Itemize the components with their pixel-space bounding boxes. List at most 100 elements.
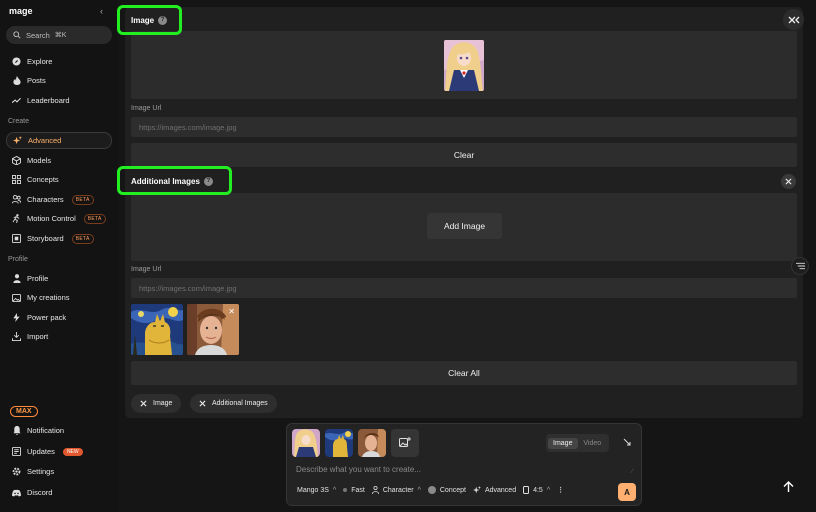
sidebar-item-storyboard[interactable]: Storyboard BETA	[6, 230, 112, 247]
trend-icon	[12, 96, 21, 105]
character-selector[interactable]: Character ^	[371, 486, 421, 494]
image-url-input[interactable]: https://images.com/image.jpg	[131, 117, 797, 137]
sidebar-item-label: Advanced	[28, 136, 62, 145]
sidebar-item-label: Settings	[27, 467, 55, 476]
gear-icon	[12, 467, 21, 476]
sidebar-item-label: Storyboard	[27, 234, 64, 243]
sidebar-item-leaderboard[interactable]: Leaderboard	[6, 92, 112, 109]
additional-url-input[interactable]: https://images.com/image.jpg	[131, 278, 797, 298]
concept-circle-icon	[427, 486, 436, 494]
mode-toggle: Image Video	[546, 434, 609, 452]
add-image-button[interactable]: Add Image	[427, 213, 502, 239]
additional-dropzone[interactable]: Add Image	[131, 193, 797, 261]
sidebar-item-discord[interactable]: Discord	[6, 484, 112, 501]
sidebar-item-advanced[interactable]: Advanced	[6, 132, 112, 149]
mode-video-tab[interactable]: Video	[578, 440, 608, 447]
search-label: Search	[26, 30, 50, 40]
sidebar: mage ‹ Search ⌘K Explore Posts Leaderboa…	[0, 0, 118, 512]
close-icon[interactable]	[199, 400, 206, 407]
collapse-sidebar-icon[interactable]: ‹	[100, 6, 103, 16]
prompt-thumb-man[interactable]	[358, 429, 386, 457]
additional-url-placeholder: https://images.com/image.jpg	[139, 283, 237, 293]
clear-all-button[interactable]: Clear All	[131, 361, 797, 385]
beta-badge: BETA	[71, 194, 94, 205]
sidebar-item-my-creations[interactable]: My creations	[6, 289, 112, 306]
concept-selector[interactable]: Concept	[427, 486, 466, 494]
sidebar-item-motion-control[interactable]: Motion Control BETA	[6, 210, 112, 227]
sidebar-item-label: Concepts	[27, 175, 59, 184]
aspect-selector[interactable]: 4:5 ^	[523, 486, 550, 494]
sidebar-item-settings[interactable]: Settings	[6, 463, 112, 480]
filter-settings-icon[interactable]	[791, 257, 809, 275]
close-additional-icon[interactable]	[781, 174, 796, 189]
additional-url-label: Image Url	[131, 266, 162, 273]
sidebar-item-label: Motion Control	[27, 214, 76, 223]
sidebar-item-label: Updates	[27, 447, 55, 456]
image-url-placeholder: https://images.com/image.jpg	[139, 122, 237, 132]
sidebar-item-import[interactable]: Import	[6, 328, 112, 345]
sidebar-item-explore[interactable]: Explore	[6, 53, 112, 70]
close-icon[interactable]	[140, 400, 147, 407]
resize-handle-icon[interactable]: ⟋	[630, 469, 634, 476]
profile-heading: Profile	[8, 256, 28, 263]
additional-images-chip[interactable]: Additional Images	[190, 394, 277, 413]
mode-image-tab[interactable]: Image	[548, 437, 578, 449]
speed-selector[interactable]: Fast	[343, 487, 365, 494]
compass-icon	[12, 57, 21, 66]
sidebar-item-updates[interactable]: Updates NEW	[6, 443, 112, 460]
clear-button[interactable]: Clear	[131, 143, 797, 167]
sidebar-item-label: Explore	[27, 57, 53, 66]
sidebar-item-notification[interactable]: Notification	[6, 422, 112, 439]
sidebar-item-label: Power pack	[27, 313, 67, 322]
chevron-up-icon: ^	[546, 486, 551, 494]
sidebar-item-label: Posts	[27, 76, 46, 85]
prompt-box: Image Video Describe what you want to cr…	[286, 423, 642, 506]
max-badge: MAX	[10, 406, 38, 417]
sidebar-item-models[interactable]: Models	[6, 152, 112, 169]
sidebar-item-label: Leaderboard	[27, 96, 70, 105]
prompt-thumb-anime[interactable]	[292, 429, 320, 457]
clear-label: Clear	[453, 150, 475, 160]
prompt-thumb-cat[interactable]	[325, 429, 353, 457]
sidebar-item-label: Characters	[27, 195, 64, 204]
image-dropzone[interactable]	[131, 31, 797, 99]
remove-thumbnail-icon[interactable]: ✕	[228, 307, 235, 316]
sidebar-item-concepts[interactable]: Concepts	[6, 171, 112, 188]
film-icon	[12, 234, 21, 243]
person-icon	[371, 486, 379, 494]
import-icon	[12, 332, 21, 341]
grid-icon	[12, 175, 21, 184]
reference-images-panel: Image ? Image Url https://images.com/ima…	[125, 7, 803, 418]
cube-icon	[12, 156, 21, 165]
app-logo[interactable]: mage	[9, 6, 33, 16]
create-heading: Create	[8, 118, 30, 125]
image-section-header: Image ?	[131, 13, 797, 27]
search-input[interactable]: Search ⌘K	[6, 26, 112, 44]
more-options-icon[interactable]: ⋮	[557, 486, 564, 494]
sidebar-item-posts[interactable]: Posts	[6, 72, 112, 89]
close-panel-icon[interactable]	[783, 9, 804, 30]
generate-button[interactable]: A	[618, 483, 636, 501]
updates-icon	[12, 447, 21, 456]
bell-icon	[12, 426, 21, 435]
sidebar-item-label: Models	[27, 156, 52, 165]
anime-girl-thumbnail[interactable]	[444, 40, 484, 91]
sidebar-item-label: Profile	[27, 274, 49, 283]
sidebar-item-characters[interactable]: Characters BETA	[6, 191, 112, 208]
sidebar-item-power-pack[interactable]: Power pack	[6, 309, 112, 326]
arrow-up-icon[interactable]	[783, 481, 794, 493]
prompt-input[interactable]: Describe what you want to create...	[296, 465, 421, 474]
collapse-icon[interactable]	[623, 438, 631, 446]
model-selector[interactable]: Mango 3S ^	[297, 487, 336, 494]
add-image-icon[interactable]	[391, 429, 419, 457]
search-icon	[13, 31, 21, 39]
man-portrait-thumbnail[interactable]: ✕	[187, 304, 239, 355]
generate-glyph: A	[624, 487, 630, 497]
cat-starry-night-thumbnail[interactable]	[131, 304, 183, 355]
advanced-toggle[interactable]: Advanced	[472, 486, 516, 494]
sparkle-icon	[13, 136, 22, 145]
chip-label: Image	[153, 400, 173, 407]
sidebar-item-profile[interactable]: Profile	[6, 270, 112, 287]
image-chip[interactable]: Image	[131, 394, 182, 413]
image-icon	[12, 293, 21, 302]
